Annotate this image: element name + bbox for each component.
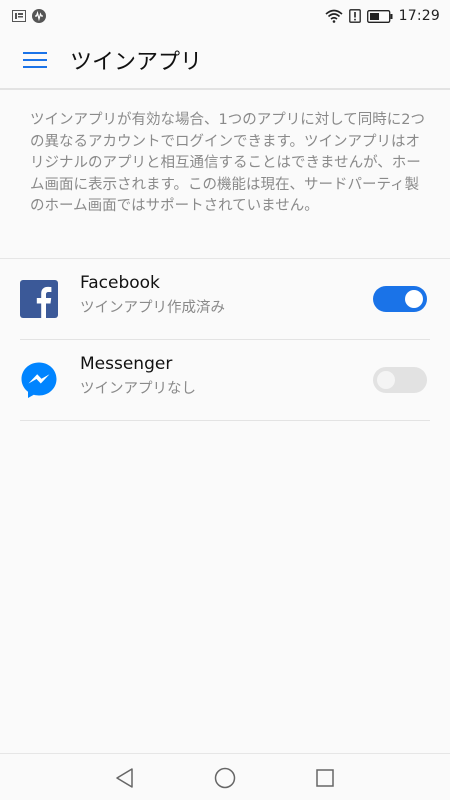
status-bar-right: 17:29: [325, 8, 440, 24]
twin-app-toggle-messenger[interactable]: [373, 367, 427, 393]
toggle-knob: [405, 290, 423, 308]
app-row-messenger-text: Messenger ツインアプリなし: [80, 353, 196, 400]
hamburger-menu-icon: [23, 52, 47, 68]
toggle-knob: [377, 371, 395, 389]
twin-app-toggle-facebook[interactable]: [373, 286, 427, 312]
app-name: Facebook: [80, 273, 160, 293]
home-circle-icon[interactable]: [213, 766, 237, 790]
app-row-facebook-text: Facebook ツインアプリ作成済み: [80, 272, 225, 319]
status-bar: 17:29: [0, 0, 450, 32]
app-bar: ツインアプリ: [0, 32, 450, 88]
row-divider: [20, 420, 430, 421]
battery-icon: [366, 9, 393, 23]
app-bar-divider: [0, 88, 450, 90]
app-row-messenger[interactable]: Messenger ツインアプリなし: [0, 340, 450, 420]
app-name: Messenger: [80, 354, 173, 374]
recents-square-icon[interactable]: [313, 766, 337, 790]
status-time: 17:29: [398, 8, 440, 24]
app-row-facebook[interactable]: Facebook ツインアプリ作成済み: [0, 259, 450, 339]
menu-button[interactable]: [0, 32, 70, 88]
app-status: ツインアプリ作成済み: [80, 300, 225, 316]
messenger-icon: [21, 362, 57, 398]
navigation-bar: [0, 753, 450, 800]
facebook-icon: [20, 280, 58, 318]
status-bar-left: [12, 9, 46, 23]
back-triangle-icon[interactable]: [113, 766, 137, 790]
alert-icon: [348, 9, 361, 23]
notification-icon: [12, 10, 26, 22]
description-text: ツインアプリが有効な場合、1つのアプリに対して同時に2つの異なるアカウントでログ…: [30, 112, 426, 214]
page-title: ツインアプリ: [70, 50, 203, 75]
app-status: ツインアプリなし: [80, 381, 196, 397]
audio-icon: [32, 9, 46, 23]
wifi-icon: [325, 9, 343, 23]
